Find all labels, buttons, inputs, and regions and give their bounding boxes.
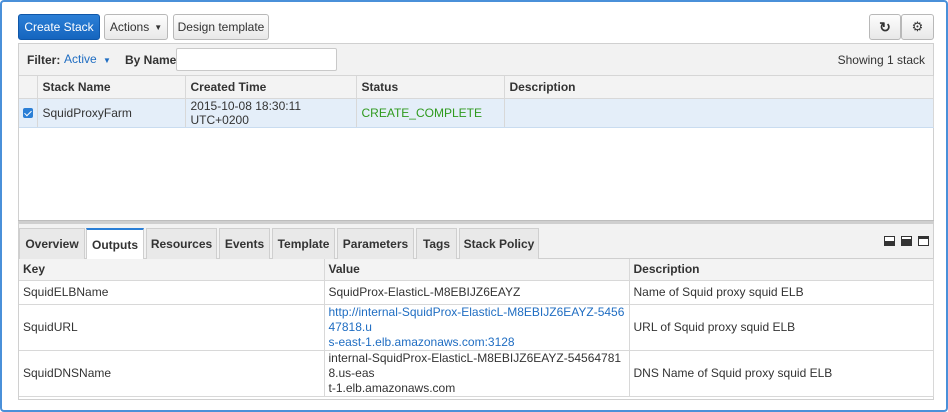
column-header-stack-name[interactable]: Stack Name (37, 76, 186, 99)
gear-icon: ⚙ (911, 19, 924, 34)
column-header-value: Value (324, 259, 630, 281)
status-filter-value: Active (64, 52, 97, 66)
column-header-created-time[interactable]: Created Time (185, 76, 357, 99)
output-value-cell: http://internal-SquidProx-ElasticL-M8EBI… (324, 304, 630, 351)
create-stack-label: Create Stack (24, 20, 94, 34)
stacks-table: Stack Name Created Time Status Descripti… (19, 76, 934, 128)
table-row[interactable]: SquidProxyFarm 2015-10-08 18:30:11 UTC+0… (19, 98, 934, 128)
tab-parameters[interactable]: Parameters (337, 228, 414, 259)
refresh-button[interactable]: ↻ (869, 14, 901, 40)
column-header-output-description: Description (629, 259, 934, 281)
column-header-key: Key (19, 259, 325, 281)
dns-line-1: internal-SquidProx-ElasticL-M8EBIJZ6EAYZ… (328, 350, 622, 380)
url-line-2: s-east-1.elb.amazonaws.com:3128 (328, 334, 515, 349)
design-template-button[interactable]: Design template (173, 14, 269, 40)
stacks-table-header: Stack Name Created Time Status Descripti… (19, 76, 934, 99)
output-key-cell: SquidURL (19, 304, 325, 351)
caret-down-icon: ▼ (154, 22, 163, 32)
tab-tags[interactable]: Tags (416, 228, 457, 259)
tab-template[interactable]: Template (272, 228, 335, 259)
output-key-cell: SquidELBName (19, 280, 325, 305)
stacks-panel: Filter: Active ▼ By Name: Showing 1 stac… (18, 43, 934, 221)
layout-small-panel-icon[interactable] (884, 236, 895, 246)
panel-layout-toggles (884, 236, 929, 246)
details-tabs: Overview Outputs Resources Events Templa… (19, 224, 933, 260)
caret-down-icon: ▼ (103, 56, 111, 65)
select-column-header (19, 76, 38, 99)
toolbar: Create Stack Actions ▼ Design template ↻… (18, 14, 934, 40)
tab-outputs[interactable]: Outputs (86, 228, 144, 260)
tab-stack-policy[interactable]: Stack Policy (459, 228, 539, 259)
created-time-cell: 2015-10-08 18:30:11 UTC+0200 (185, 98, 357, 128)
row-select-cell[interactable] (19, 98, 38, 128)
output-description-cell: Name of Squid proxy squid ELB (629, 280, 934, 305)
tab-events[interactable]: Events (219, 228, 270, 259)
column-header-description[interactable]: Description (504, 76, 934, 99)
checkbox-checked-icon[interactable] (23, 108, 33, 119)
status-cell: CREATE_COMPLETE (356, 98, 505, 128)
settings-button[interactable]: ⚙ (901, 14, 934, 40)
output-value-cell: internal-SquidProx-ElasticL-M8EBIJZ6EAYZ… (324, 350, 630, 397)
details-panel: Overview Outputs Resources Events Templa… (18, 224, 934, 400)
outputs-table: Key Value Description SquidELBName Squid… (19, 259, 934, 397)
actions-label: Actions (109, 20, 150, 34)
table-row: SquidELBName SquidProx-ElasticL-M8EBIJZ6… (19, 280, 934, 305)
design-template-label: Design template (177, 20, 265, 34)
dns-line-2: t-1.elb.amazonaws.com (328, 380, 456, 395)
column-header-status[interactable]: Status (356, 76, 505, 99)
table-row: SquidURL http://internal-SquidProx-Elast… (19, 304, 934, 351)
layout-half-panel-icon[interactable] (901, 236, 912, 246)
stack-count: Showing 1 stack (837, 53, 925, 67)
output-description-cell: URL of Squid proxy squid ELB (629, 304, 934, 351)
outputs-table-header: Key Value Description (19, 259, 934, 281)
url-line-1: http://internal-SquidProx-ElasticL-M8EBI… (328, 304, 625, 334)
filter-label: Filter: (27, 53, 61, 67)
refresh-icon: ↻ (879, 18, 891, 35)
stack-name-cell: SquidProxyFarm (37, 98, 186, 128)
create-stack-button[interactable]: Create Stack (18, 14, 100, 40)
output-value-cell: SquidProx-ElasticL-M8EBIJZ6EAYZ (324, 280, 630, 305)
description-cell (504, 98, 934, 128)
tab-resources[interactable]: Resources (146, 228, 217, 259)
output-value-text: SquidProx-ElasticL-M8EBIJZ6EAYZ (328, 284, 521, 299)
status-filter-dropdown[interactable]: Active ▼ (64, 52, 111, 66)
output-key-cell: SquidDNSName (19, 350, 325, 397)
actions-dropdown[interactable]: Actions ▼ (104, 14, 168, 40)
layout-full-panel-icon[interactable] (918, 236, 929, 246)
squid-url-link[interactable]: http://internal-SquidProx-ElasticL-M8EBI… (329, 305, 625, 349)
tab-overview[interactable]: Overview (19, 228, 85, 259)
console-window: Create Stack Actions ▼ Design template ↻… (0, 0, 948, 412)
filter-bar: Filter: Active ▼ By Name: Showing 1 stac… (19, 44, 933, 76)
stack-name-filter-input[interactable] (176, 48, 337, 71)
table-row: SquidDNSName internal-SquidProx-ElasticL… (19, 350, 934, 397)
output-description-cell: DNS Name of Squid proxy squid ELB (629, 350, 934, 397)
by-name-label: By Name: (125, 53, 181, 67)
